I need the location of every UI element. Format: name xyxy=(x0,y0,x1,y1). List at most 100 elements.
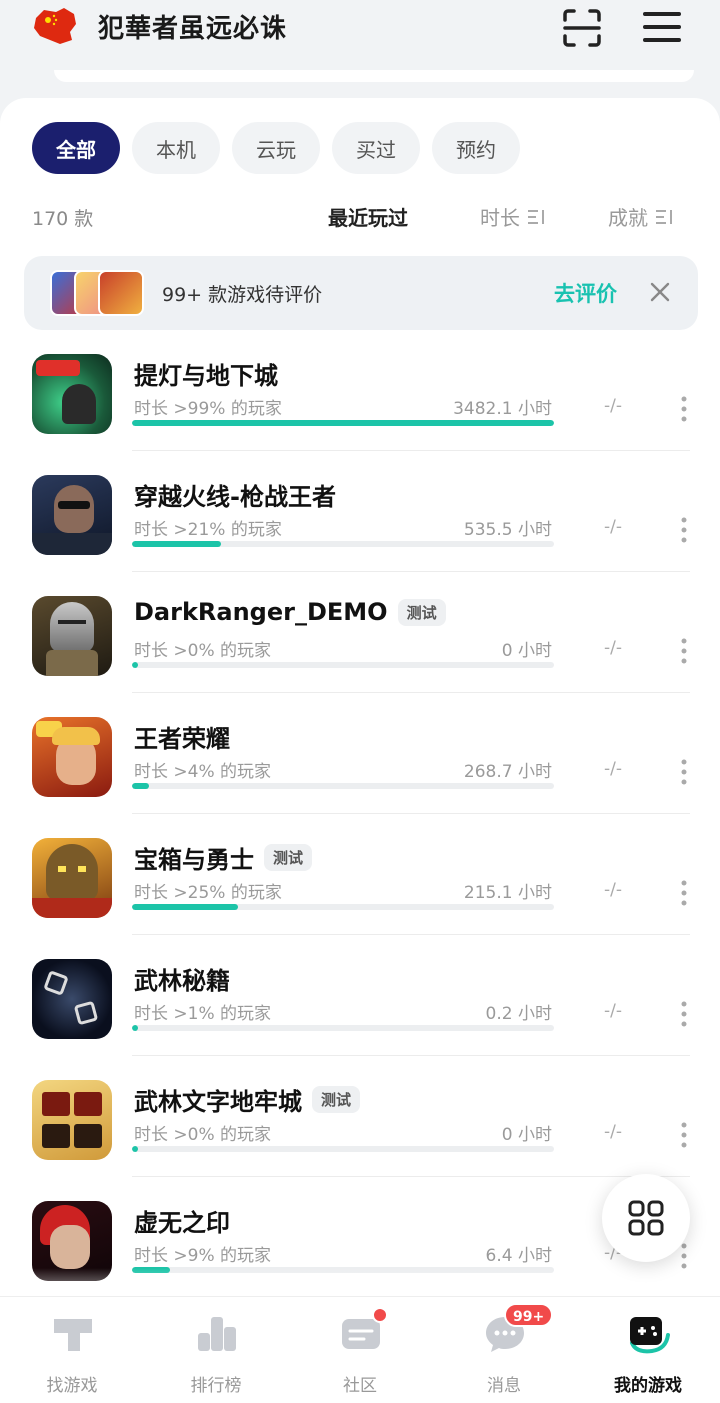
more-options-icon[interactable] xyxy=(676,1122,692,1148)
game-name: 穿越火线-枪战王者 xyxy=(134,483,336,511)
game-row[interactable]: DarkRanger_DEMO 测试 时长 >0% 的玩家 0 小时 -/- xyxy=(0,572,720,693)
game-title[interactable]: 虚无之印 xyxy=(134,1203,230,1238)
more-options-icon[interactable] xyxy=(676,638,692,664)
progress-fill xyxy=(132,420,554,426)
leaderboard-icon xyxy=(198,1317,236,1351)
nav-community[interactable]: 社区 xyxy=(288,1297,432,1403)
more-options-icon[interactable] xyxy=(676,517,692,543)
progress-fill xyxy=(132,1025,139,1031)
game-icon[interactable] xyxy=(32,596,112,676)
game-title[interactable]: DarkRanger_DEMO 测试 xyxy=(134,598,446,626)
game-title[interactable]: 穿越火线-枪战王者 xyxy=(134,477,336,512)
playtime-progress-bar xyxy=(132,1146,554,1152)
close-icon[interactable] xyxy=(648,280,672,304)
achievement-count: -/- xyxy=(604,396,622,416)
achievement-count: -/- xyxy=(604,880,622,900)
sort-recent-label: 最近玩过 xyxy=(328,206,408,230)
game-name: 王者荣耀 xyxy=(134,725,230,753)
game-name: 武林秘籍 xyxy=(134,967,230,995)
review-game-thumbnails xyxy=(50,270,144,316)
game-icon[interactable] xyxy=(32,838,112,918)
game-title[interactable]: 武林秘籍 xyxy=(134,961,230,996)
my-games-icon xyxy=(630,1317,670,1354)
game-title[interactable]: 王者荣耀 xyxy=(134,719,230,754)
more-options-icon[interactable] xyxy=(676,1001,692,1027)
playtime-hours: 0.2 小时 xyxy=(485,1004,552,1024)
game-row[interactable]: 王者荣耀 时长 >4% 的玩家 268.7 小时 -/- xyxy=(0,693,720,814)
game-name: 虚无之印 xyxy=(134,1209,230,1237)
game-name: 提灯与地下城 xyxy=(134,362,278,390)
more-options-icon[interactable] xyxy=(676,759,692,785)
nav-my-games[interactable]: 我的游戏 xyxy=(576,1297,720,1403)
tab-local[interactable]: 本机 xyxy=(132,122,220,174)
sort-achievement-button[interactable]: 成就 xyxy=(608,202,674,231)
game-row[interactable]: 武林文字地牢城 测试 时长 >0% 的玩家 0 小时 -/- xyxy=(0,1056,720,1177)
playtime-progress-bar xyxy=(132,904,554,910)
playtime-progress-bar xyxy=(132,1025,554,1031)
nav-label: 消息 xyxy=(487,1376,521,1396)
pending-review-banner[interactable]: 99+ 款游戏待评价 去评价 xyxy=(24,256,698,330)
messages-unread-badge: 99+ xyxy=(504,1303,554,1327)
game-name: DarkRanger_DEMO xyxy=(134,598,388,626)
tab-purchased[interactable]: 买过 xyxy=(332,122,420,174)
playtime-hours: 535.5 小时 xyxy=(463,520,552,540)
review-prompt-text: 99+ 款游戏待评价 xyxy=(162,284,323,306)
game-title[interactable]: 宝箱与勇士 测试 xyxy=(134,840,313,875)
playtime-percentile: 时长 >0% 的玩家 xyxy=(134,641,272,661)
playtime-hours: 0 小时 xyxy=(501,641,552,661)
game-row[interactable]: 武林秘籍 时长 >1% 的玩家 0.2 小时 -/- xyxy=(0,935,720,1056)
game-icon[interactable] xyxy=(32,717,112,797)
game-icon[interactable] xyxy=(32,475,112,555)
more-options-icon[interactable] xyxy=(676,396,692,422)
playtime-progress-bar xyxy=(132,541,554,547)
china-map-flag-icon[interactable] xyxy=(30,6,80,48)
progress-fill xyxy=(132,541,221,547)
menu-icon[interactable] xyxy=(642,10,682,44)
grid-icon xyxy=(628,1200,664,1236)
game-thumbnail xyxy=(98,270,144,316)
go-review-link[interactable]: 去评价 xyxy=(554,278,617,308)
grid-view-button[interactable] xyxy=(602,1174,690,1262)
more-options-icon[interactable] xyxy=(676,880,692,906)
game-icon[interactable] xyxy=(32,959,112,1039)
nav-find-games[interactable]: 找游戏 xyxy=(0,1297,144,1403)
game-title[interactable]: 武林文字地牢城 测试 xyxy=(134,1082,361,1117)
my-games-panel: 全部 本机 云玩 买过 预约 170 款 最近玩过 时长 成就 99+ 款游戏待… xyxy=(0,98,720,1308)
sort-recent-button[interactable]: 最近玩过 xyxy=(328,202,408,231)
tab-cloud[interactable]: 云玩 xyxy=(232,122,320,174)
game-name: 武林文字地牢城 xyxy=(134,1088,302,1116)
sort-order-icon xyxy=(528,209,544,224)
progress-fill xyxy=(132,662,139,668)
sort-duration-button[interactable]: 时长 xyxy=(480,202,546,231)
game-list: 提灯与地下城 时长 >99% 的玩家 3482.1 小时 -/- 穿越火线-枪战… xyxy=(0,330,720,1298)
playtime-percentile: 时长 >1% 的玩家 xyxy=(134,1004,272,1024)
test-badge: 测试 xyxy=(312,1086,361,1113)
game-icon[interactable] xyxy=(32,1080,112,1160)
playtime-hours: 268.7 小时 xyxy=(463,762,552,782)
game-row[interactable]: 穿越火线-枪战王者 时长 >21% 的玩家 535.5 小时 -/- xyxy=(0,451,720,572)
game-count: 170 款 xyxy=(32,208,94,230)
achievement-count: -/- xyxy=(604,1122,622,1142)
filter-tabs: 全部 本机 云玩 买过 预约 xyxy=(32,122,520,174)
find-games-icon xyxy=(54,1319,92,1351)
nav-label: 我的游戏 xyxy=(614,1376,682,1396)
community-notification-dot xyxy=(372,1307,388,1323)
nav-label: 社区 xyxy=(343,1376,377,1396)
username[interactable]: 犯華者虽远必诛 xyxy=(98,8,287,45)
game-row[interactable]: 宝箱与勇士 测试 时长 >25% 的玩家 215.1 小时 -/- xyxy=(0,814,720,935)
tab-all[interactable]: 全部 xyxy=(32,122,120,174)
progress-fill xyxy=(132,783,149,789)
nav-label: 排行榜 xyxy=(190,1376,242,1396)
game-icon[interactable] xyxy=(32,354,112,434)
achievement-count: -/- xyxy=(604,517,622,537)
game-row[interactable]: 提灯与地下城 时长 >99% 的玩家 3482.1 小时 -/- xyxy=(0,330,720,451)
tab-reserved[interactable]: 预约 xyxy=(432,122,520,174)
scan-icon[interactable] xyxy=(562,8,602,48)
game-title[interactable]: 提灯与地下城 xyxy=(134,356,278,391)
achievement-count: -/- xyxy=(604,1001,622,1021)
achievement-count: -/- xyxy=(604,759,622,779)
nav-leaderboard[interactable]: 排行榜 xyxy=(144,1297,288,1403)
playtime-progress-bar xyxy=(132,783,554,789)
header-card-edge xyxy=(54,70,694,82)
game-name: 宝箱与勇士 xyxy=(134,846,254,874)
